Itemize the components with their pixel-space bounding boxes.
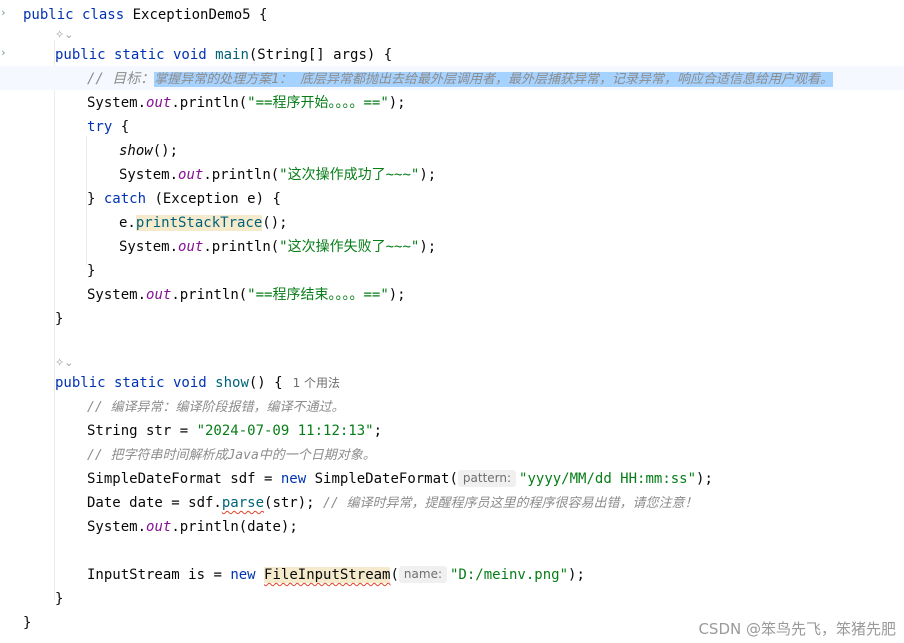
code-line: } — [55, 591, 64, 607]
code-line: e.printStackTrace(); — [119, 215, 288, 231]
code-line: System.out.println("这次操作成功了~~~"); — [119, 167, 437, 183]
run-class-icon[interactable]: › — [0, 6, 7, 19]
code-line: // 目标：掌握异常的处理方案1： 底层异常都抛出去给最外层调用者，最外层捕获异… — [87, 71, 833, 87]
code-line: public static void show() {1 个用法 — [55, 375, 341, 391]
code-line: } — [55, 311, 64, 327]
code-line: String str = "2024-07-09 11:12:13"; — [87, 423, 383, 439]
editor-gutter: › › — [0, 0, 14, 643]
code-line: // 把字符串时间解析成Java中的一个日期对象。 — [87, 448, 376, 463]
run-main-icon[interactable]: › — [0, 46, 7, 59]
code-line: } catch (Exception e) { — [87, 191, 281, 207]
code-line: // 编译异常：编译阶段报错，编译不通过。 — [87, 400, 345, 415]
code-line: SimpleDateFormat sdf = new SimpleDateFor… — [87, 470, 713, 487]
code-line: } — [87, 263, 96, 279]
code-line: System.out.println("这次操作失败了~~~"); — [119, 239, 437, 255]
ai-assist-icon[interactable]: ✧⌄ — [55, 355, 73, 371]
param-hint: pattern: — [457, 470, 517, 487]
param-hint: name: — [398, 566, 447, 583]
code-line: System.out.println(date); — [87, 519, 298, 535]
ai-assist-icon[interactable]: ✧⌄ — [55, 27, 73, 43]
code-line: System.out.println("==程序结束。。。。=="); — [87, 287, 406, 303]
code-line: public static void main(String[] args) { — [55, 47, 393, 63]
code-line: Date date = sdf.parse(str); // 编译时异常，提醒程… — [87, 495, 698, 511]
usages-hint[interactable]: 1 个用法 — [293, 376, 340, 390]
code-line: try { — [87, 119, 130, 135]
watermark: CSDN @笨鸟先飞，笨猪先肥 — [698, 620, 896, 638]
code-line: InputStream is = new FileInputStream(nam… — [87, 566, 585, 583]
code-line: } — [23, 615, 32, 631]
code-line: show(); — [119, 143, 179, 159]
code-line: System.out.println("==程序开始。。。。=="); — [87, 95, 406, 111]
code-line: public class ExceptionDemo5 { — [23, 7, 268, 23]
